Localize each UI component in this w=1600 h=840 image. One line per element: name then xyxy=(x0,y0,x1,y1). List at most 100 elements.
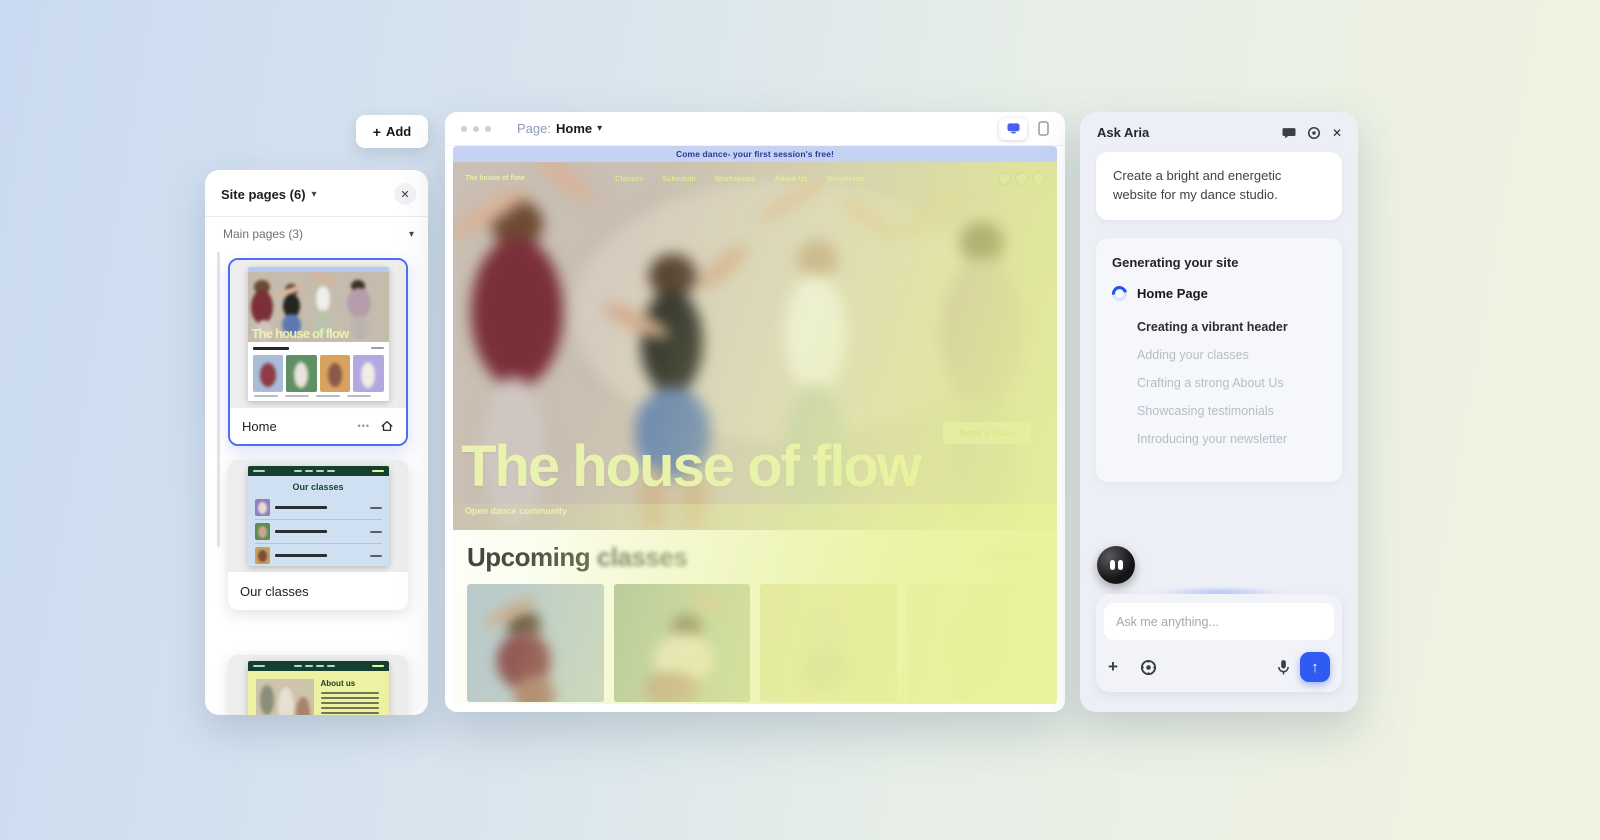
send-arrow-icon: ↑ xyxy=(1311,659,1319,676)
generating-step: Crafting a strong About Us xyxy=(1137,369,1326,397)
nav-link-about-us[interactable]: About Us xyxy=(774,174,807,183)
social-icons xyxy=(998,172,1045,185)
main-pages-label: Main pages (3) xyxy=(223,227,303,241)
chat-history-icon[interactable] xyxy=(1282,126,1296,139)
book-class-button[interactable]: Book a class xyxy=(943,422,1031,444)
generating-page-row: Home Page xyxy=(1112,286,1326,301)
add-button[interactable]: + Add xyxy=(356,115,428,148)
page-label-our-classes: Our classes xyxy=(240,584,309,599)
mini-cards-row xyxy=(248,354,389,394)
class-card xyxy=(907,584,1044,702)
mini-home-page: The house of flow xyxy=(248,267,389,401)
mini-class-row xyxy=(255,520,382,544)
mini-about-title: About us xyxy=(321,679,379,688)
attach-plus-icon[interactable]: + xyxy=(1108,657,1132,677)
hero-title: The house of flow xyxy=(461,433,920,500)
nav-link-schedule[interactable]: Schedule xyxy=(662,174,695,183)
site-logo[interactable]: The house of flow xyxy=(465,175,615,182)
mobile-icon xyxy=(1038,121,1049,136)
chevron-down-icon[interactable]: ▾ xyxy=(312,189,317,200)
mini-class-row xyxy=(255,544,382,566)
social-icon[interactable] xyxy=(1015,172,1028,185)
desktop-view-button[interactable] xyxy=(999,118,1027,140)
user-message-text: Create a bright and energetic website fo… xyxy=(1113,168,1281,202)
mini-classes-title: Our classes xyxy=(248,476,389,496)
section-title: Upcoming classes xyxy=(467,542,1043,573)
page-title-prefix: Page: xyxy=(517,121,551,136)
nav-links: Classes Schedule Workshops About Us News… xyxy=(615,174,865,183)
mobile-view-button[interactable] xyxy=(1033,118,1053,140)
class-card xyxy=(614,584,751,702)
home-icon xyxy=(380,419,394,433)
page-thumbnail-our-classes: Our classes xyxy=(228,460,408,572)
editor-canvas: + Add Site pages (6) ▾ ✕ Main pages (3) … xyxy=(0,0,1600,840)
site-navigation: The house of flow Classes Schedule Works… xyxy=(453,168,1057,188)
pages-panel-header: Site pages (6) ▾ ✕ xyxy=(205,170,428,216)
chevron-down-icon[interactable]: ▾ xyxy=(597,123,602,134)
page-menu-icon[interactable]: ••• xyxy=(358,421,370,431)
section-title-sharp: Upcoming xyxy=(467,542,590,572)
upcoming-classes-section: Upcoming classes xyxy=(453,530,1057,704)
generating-status-card: Generating your site Home Page Creating … xyxy=(1096,238,1342,482)
announcement-bar: Come dance- your first session's free! xyxy=(453,146,1057,162)
class-card xyxy=(760,584,897,702)
page-card-our-classes[interactable]: Our classes Our classes xyxy=(228,460,408,610)
section-link-placeholder xyxy=(983,554,1035,560)
nav-link-workshops[interactable]: Workshops xyxy=(715,174,756,183)
chevron-down-icon[interactable]: ▾ xyxy=(409,229,414,240)
generating-step: Introducing your newsletter xyxy=(1137,425,1326,453)
page-label-home: Home xyxy=(242,419,277,434)
mini-about-page: About us xyxy=(248,661,389,715)
mini-classes-page: Our classes xyxy=(248,466,389,566)
generating-page-name: Home Page xyxy=(1137,286,1208,301)
ask-aria-panel: Ask Aria ✕ Create a bright and energetic… xyxy=(1080,112,1358,712)
mini-about-body: About us xyxy=(248,671,389,715)
hero-section: The house of flow Classes Schedule Works… xyxy=(453,162,1057,530)
page-card-our-classes-footer: Our classes xyxy=(228,572,408,610)
page-title-name[interactable]: Home xyxy=(556,121,592,136)
section-title-blurred: classes xyxy=(590,542,687,572)
social-icon[interactable] xyxy=(1032,172,1045,185)
mini-site-header xyxy=(248,466,389,476)
mini-site-header xyxy=(248,661,389,671)
generating-step: Adding your classes xyxy=(1137,341,1326,369)
spinner-icon xyxy=(1109,283,1130,304)
site-page-content: Come dance- your first session's free! xyxy=(453,146,1057,704)
microphone-icon[interactable] xyxy=(1277,659,1290,676)
nav-link-classes[interactable]: Classes xyxy=(615,174,643,183)
site-preview-window: Page: Home ▾ Come dance- your first sess… xyxy=(445,112,1065,712)
nav-link-newsletter[interactable]: Newsletter xyxy=(827,174,865,183)
user-message-card: Create a bright and energetic website fo… xyxy=(1096,152,1342,220)
mini-about-text: About us xyxy=(321,679,379,715)
generating-step: Showcasing testimonials xyxy=(1137,397,1326,425)
mini-hero-title: The house of flow xyxy=(252,326,349,341)
page-card-home[interactable]: The house of flow Home ••• xyxy=(228,258,408,446)
aria-avatar xyxy=(1097,546,1135,584)
mini-section-strip xyxy=(248,342,389,354)
page-card-home-footer: Home ••• xyxy=(230,408,406,444)
class-cards-row xyxy=(467,584,1043,702)
send-button[interactable]: ↑ xyxy=(1300,652,1330,682)
mini-hero: The house of flow xyxy=(248,272,389,342)
mini-class-row xyxy=(255,496,382,520)
aria-header: Ask Aria ✕ xyxy=(1080,112,1358,149)
main-pages-section-header[interactable]: Main pages (3) ▾ xyxy=(205,217,428,249)
ask-input[interactable] xyxy=(1104,603,1334,640)
social-icon[interactable] xyxy=(998,172,1011,185)
class-card xyxy=(467,584,604,702)
plus-icon: + xyxy=(373,124,381,140)
site-pages-panel: Site pages (6) ▾ ✕ Main pages (3) ▾ xyxy=(205,170,428,715)
preview-header: Page: Home ▾ xyxy=(445,112,1065,146)
input-actions-row: + ↑ xyxy=(1096,652,1342,682)
voice-settings-icon[interactable] xyxy=(1140,659,1157,676)
close-icon[interactable]: ✕ xyxy=(394,183,416,205)
window-dots-icon xyxy=(461,126,491,132)
page-card-about-us[interactable]: About us xyxy=(228,655,408,715)
hero-subtitle: Open dance community xyxy=(465,506,567,516)
pages-panel-title: Site pages (6) xyxy=(221,187,306,202)
pages-scrollbar[interactable] xyxy=(217,252,220,547)
close-icon[interactable]: ✕ xyxy=(1332,126,1342,140)
page-thumbnail-home: The house of flow xyxy=(230,260,406,408)
settings-dial-icon[interactable] xyxy=(1307,126,1321,140)
mini-captions xyxy=(248,394,389,401)
